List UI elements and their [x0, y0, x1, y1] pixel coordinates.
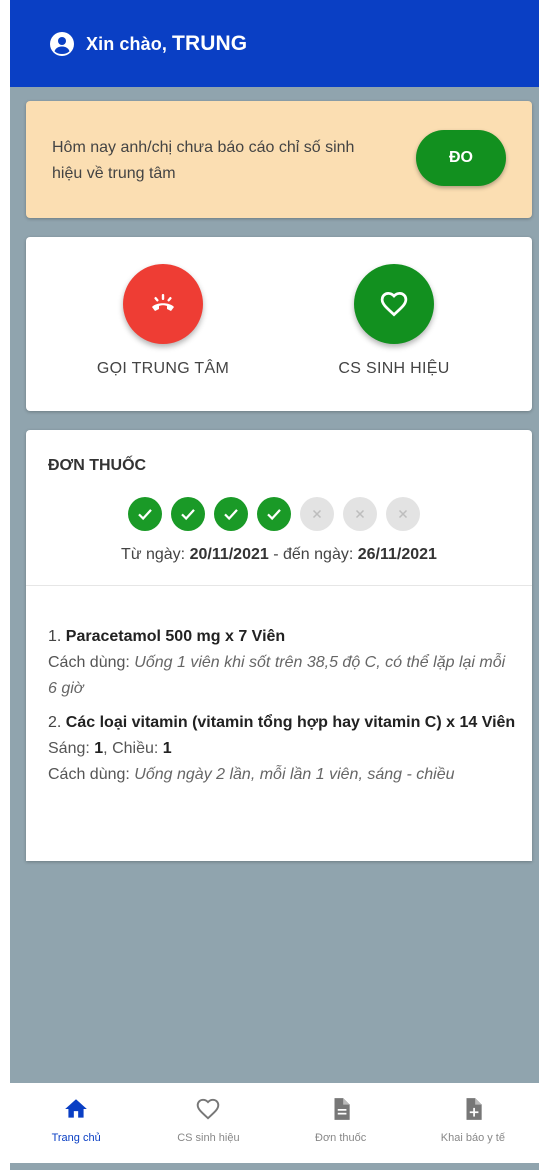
medication-list: 1. Paracetamol 500 mg x 7 Viên Cách dùng… [48, 624, 518, 796]
check-icon [224, 509, 238, 521]
nav-vital-signs-label: CS sinh hiệu [177, 1132, 240, 1144]
close-icon [398, 509, 408, 519]
dose-taken-indicator [128, 497, 162, 531]
check-icon [181, 509, 195, 521]
dose-progress [128, 497, 429, 531]
prescription-date-range: Từ ngày: 20/11/2021 - đến ngày: 26/11/20… [26, 546, 532, 564]
dose-taken-indicator [257, 497, 291, 531]
heart-icon [197, 1098, 220, 1120]
close-icon [312, 509, 322, 519]
bottom-navigation: Trang chủ CS sinh hiệu Đơn thuốc Khai bá… [10, 1083, 539, 1163]
prescription-title: ĐƠN THUỐC [48, 457, 147, 474]
nav-health-declaration-label: Khai báo y tế [440, 1132, 505, 1144]
app-screen: Xin chào, TRUNG Hôm nay anh/chị chưa báo… [10, 0, 539, 1170]
usage-instructions: Uống ngày 2 lần, mỗi lần 1 viên, sáng - … [134, 766, 455, 783]
dose-taken-indicator [214, 497, 248, 531]
close-icon [355, 509, 365, 519]
heart-outline-icon [380, 291, 408, 317]
dose-taken-indicator [171, 497, 205, 531]
afternoon-dose: 1 [162, 740, 172, 757]
user-name: TRUNG [172, 31, 248, 55]
usage-label: Cách dùng: [48, 766, 130, 783]
bottom-edge [10, 1163, 539, 1170]
vitals-reminder-message: Hôm nay anh/chị chưa báo cáo chỉ số sinh… [52, 139, 355, 182]
nav-home-label: Trang chủ [51, 1132, 101, 1144]
medication-name: Các loại vitamin (vitamin tổng hợp hay v… [65, 714, 516, 731]
medication-item: 2. Các loại vitamin (vitamin tổng hợp ha… [48, 714, 516, 783]
measure-button[interactable]: ĐO [416, 130, 506, 186]
phone-ringing-icon [152, 294, 174, 311]
medication-index: 2. [48, 714, 62, 731]
morning-dose: 1 [94, 740, 104, 757]
greeting-label: Xin chào, [86, 33, 167, 54]
divider [26, 585, 532, 586]
vital-signs-button[interactable] [354, 264, 434, 344]
check-icon [267, 509, 281, 521]
nav-vital-signs[interactable]: CS sinh hiệu [142, 1083, 274, 1163]
nav-health-declaration[interactable]: Khai báo y tế [407, 1083, 539, 1163]
call-center-action[interactable]: GỌI TRUNG TÂM [63, 264, 263, 378]
nav-prescription-label: Đơn thuốc [315, 1132, 367, 1144]
to-date-label: - đến ngày: [273, 546, 354, 563]
medication-name: Paracetamol 500 mg x 7 Viên [65, 628, 286, 645]
vitals-reminder-card: Hôm nay anh/chị chưa báo cáo chỉ số sinh… [26, 101, 532, 218]
morning-dose-label: Sáng: [48, 740, 90, 757]
vital-signs-action[interactable]: CS SINH HIỆU [294, 264, 494, 378]
dose-pending-indicator [386, 497, 420, 531]
to-date: 26/11/2021 [357, 546, 437, 563]
check-icon [138, 509, 152, 521]
from-date-label: Từ ngày: [121, 546, 186, 563]
account-circle-icon[interactable] [50, 31, 74, 56]
medication-index: 1. [48, 628, 62, 645]
usage-label: Cách dùng: [48, 654, 130, 671]
nav-home[interactable]: Trang chủ [10, 1083, 142, 1163]
call-center-label: GỌI TRUNG TÂM [96, 360, 230, 377]
afternoon-dose-label: Chiều: [112, 740, 159, 757]
call-center-button[interactable] [123, 264, 203, 344]
quick-actions-card: GỌI TRUNG TÂM CS SINH HIỆU [26, 237, 532, 411]
from-date: 20/11/2021 [189, 546, 269, 563]
nav-prescription[interactable]: Đơn thuốc [275, 1083, 407, 1163]
dose-pending-indicator [300, 497, 334, 531]
greeting-text: Xin chào, TRUNG [86, 32, 247, 56]
home-icon [65, 1099, 87, 1118]
top-app-bar: Xin chào, TRUNG [10, 0, 539, 87]
prescription-card: ĐƠN THUỐC Từ ngày: 20/11/2021 - đến ngày… [26, 430, 532, 861]
document-icon [334, 1098, 350, 1120]
vital-signs-label: CS SINH HIỆU [338, 360, 450, 377]
dose-pending-indicator [343, 497, 377, 531]
document-add-icon [466, 1098, 482, 1120]
medication-item: 1. Paracetamol 500 mg x 7 Viên Cách dùng… [48, 624, 518, 702]
